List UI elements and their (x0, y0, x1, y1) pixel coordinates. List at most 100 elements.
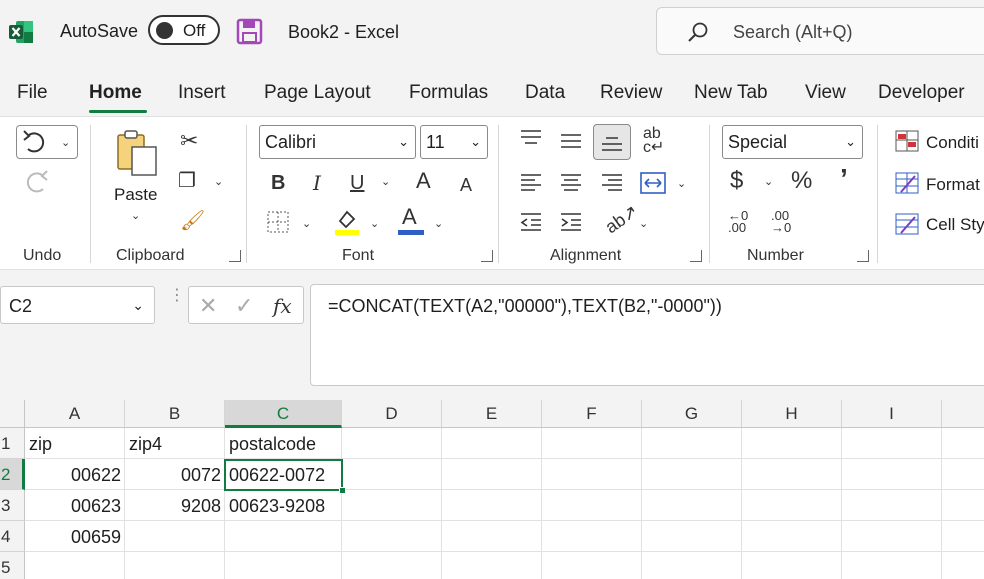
tab-new-tab[interactable]: New Tab (694, 82, 768, 104)
empty-cell[interactable] (842, 428, 942, 459)
fill-color-icon[interactable] (334, 207, 360, 235)
tab-page-layout[interactable]: Page Layout (264, 82, 371, 104)
tab-view[interactable]: View (805, 82, 846, 104)
cell-b4[interactable] (125, 521, 225, 552)
font-name-select[interactable]: Calibri ⌄ (259, 125, 416, 159)
column-header-d[interactable]: D (342, 400, 442, 428)
conditional-formatting-label[interactable]: Conditi (926, 133, 979, 153)
cancel-icon[interactable]: ✕ (199, 293, 217, 319)
chevron-down-icon[interactable]: ⌄ (764, 175, 773, 188)
empty-cell[interactable] (542, 552, 642, 579)
column-header-i[interactable]: I (842, 400, 942, 428)
borders-icon[interactable] (266, 210, 290, 234)
middle-align-icon[interactable] (559, 131, 583, 151)
decrease-indent-icon[interactable] (519, 212, 543, 232)
column-header-b[interactable]: B (125, 400, 225, 428)
empty-cell[interactable] (742, 459, 842, 490)
insert-function-button[interactable]: fx (273, 294, 292, 318)
enter-icon[interactable]: ✓ (235, 293, 253, 319)
row-header-5[interactable]: 5 (0, 552, 25, 579)
cell-a3[interactable]: 00623 (25, 490, 125, 521)
empty-cell[interactable] (442, 490, 542, 521)
format-painter-icon[interactable]: 🖌 (180, 211, 205, 231)
empty-cell[interactable] (642, 552, 742, 579)
column-header-g[interactable]: G (642, 400, 742, 428)
empty-cell[interactable] (342, 459, 442, 490)
empty-cell[interactable] (842, 521, 942, 552)
paste-icon[interactable] (114, 129, 162, 179)
autosave-toggle[interactable]: Off (148, 15, 220, 45)
clipboard-launcher-icon[interactable] (229, 250, 241, 262)
empty-cell[interactable] (842, 459, 942, 490)
copy-icon[interactable]: ❐ (178, 171, 196, 191)
chevron-down-icon[interactable]: ⌄ (214, 175, 223, 188)
empty-cell[interactable] (742, 490, 842, 521)
percent-button[interactable]: % (791, 169, 812, 193)
empty-cell[interactable] (942, 490, 984, 521)
empty-cell[interactable] (542, 428, 642, 459)
column-header-a[interactable]: A (25, 400, 125, 428)
font-launcher-icon[interactable] (481, 250, 493, 262)
tab-home[interactable]: Home (89, 82, 142, 104)
cell-a4[interactable]: 00659 (25, 521, 125, 552)
undo-button[interactable]: ⌄ (16, 125, 78, 159)
cell-a1[interactable]: zip (25, 428, 125, 459)
format-as-table-label[interactable]: Format (926, 175, 980, 195)
decrease-decimal-icon[interactable]: .00 →0 (771, 209, 791, 234)
search-box[interactable]: Search (Alt+Q) (656, 7, 984, 55)
tab-insert[interactable]: Insert (178, 82, 226, 104)
bold-button[interactable]: B (271, 173, 285, 193)
save-icon[interactable] (236, 18, 263, 45)
empty-cell[interactable] (642, 490, 742, 521)
font-color-button[interactable]: A (402, 206, 417, 228)
font-size-select[interactable]: 11 ⌄ (420, 125, 488, 159)
cell-c3[interactable]: 00623-9208 (225, 490, 342, 521)
tab-data[interactable]: Data (525, 82, 565, 104)
tab-formulas[interactable]: Formulas (409, 82, 488, 104)
cell-styles-icon[interactable] (895, 213, 919, 235)
bottom-align-button[interactable] (593, 124, 631, 160)
tab-file[interactable]: File (17, 82, 48, 104)
column-header-h[interactable]: H (742, 400, 842, 428)
number-format-select[interactable]: Special ⌄ (722, 125, 863, 159)
merge-center-icon[interactable] (640, 172, 666, 194)
empty-cell[interactable] (342, 428, 442, 459)
decrease-font-size-button[interactable]: A (460, 175, 472, 195)
underline-button[interactable]: U (350, 173, 364, 193)
empty-cell[interactable] (942, 459, 984, 490)
italic-button[interactable]: I (313, 173, 321, 193)
formula-input[interactable]: =CONCAT(TEXT(A2,"00000"),TEXT(B2,"-0000"… (310, 284, 984, 386)
empty-cell[interactable] (742, 552, 842, 579)
top-align-icon[interactable] (519, 129, 543, 149)
empty-cell[interactable] (342, 552, 442, 579)
chevron-down-icon[interactable]: ⌄ (370, 217, 379, 230)
empty-cell[interactable] (942, 552, 984, 579)
empty-cell[interactable] (442, 428, 542, 459)
row-header-1[interactable]: 1 (0, 428, 25, 459)
chevron-down-icon[interactable]: ⌄ (434, 217, 443, 230)
currency-button[interactable]: $ (730, 169, 743, 193)
paste-label[interactable]: Paste (114, 185, 157, 205)
redo-icon[interactable] (20, 169, 50, 195)
empty-cell[interactable] (842, 552, 942, 579)
empty-cell[interactable] (442, 552, 542, 579)
empty-cell[interactable] (25, 552, 125, 579)
cell-styles-label[interactable]: Cell Sty (926, 215, 984, 235)
column-header-e[interactable]: E (442, 400, 542, 428)
empty-cell[interactable] (542, 459, 642, 490)
empty-cell[interactable] (342, 490, 442, 521)
column-header-j[interactable] (942, 400, 984, 428)
empty-cell[interactable] (642, 428, 742, 459)
format-as-table-icon[interactable] (895, 172, 919, 194)
cell-b1[interactable]: zip4 (125, 428, 225, 459)
select-all-button[interactable] (0, 400, 25, 428)
orientation-icon[interactable]: ab↗ (601, 201, 641, 238)
empty-cell[interactable] (542, 521, 642, 552)
empty-cell[interactable] (942, 428, 984, 459)
conditional-formatting-icon[interactable] (895, 130, 919, 152)
empty-cell[interactable] (542, 490, 642, 521)
number-launcher-icon[interactable] (857, 250, 869, 262)
empty-cell[interactable] (125, 552, 225, 579)
empty-cell[interactable] (342, 521, 442, 552)
row-header-3[interactable]: 3 (0, 490, 25, 521)
